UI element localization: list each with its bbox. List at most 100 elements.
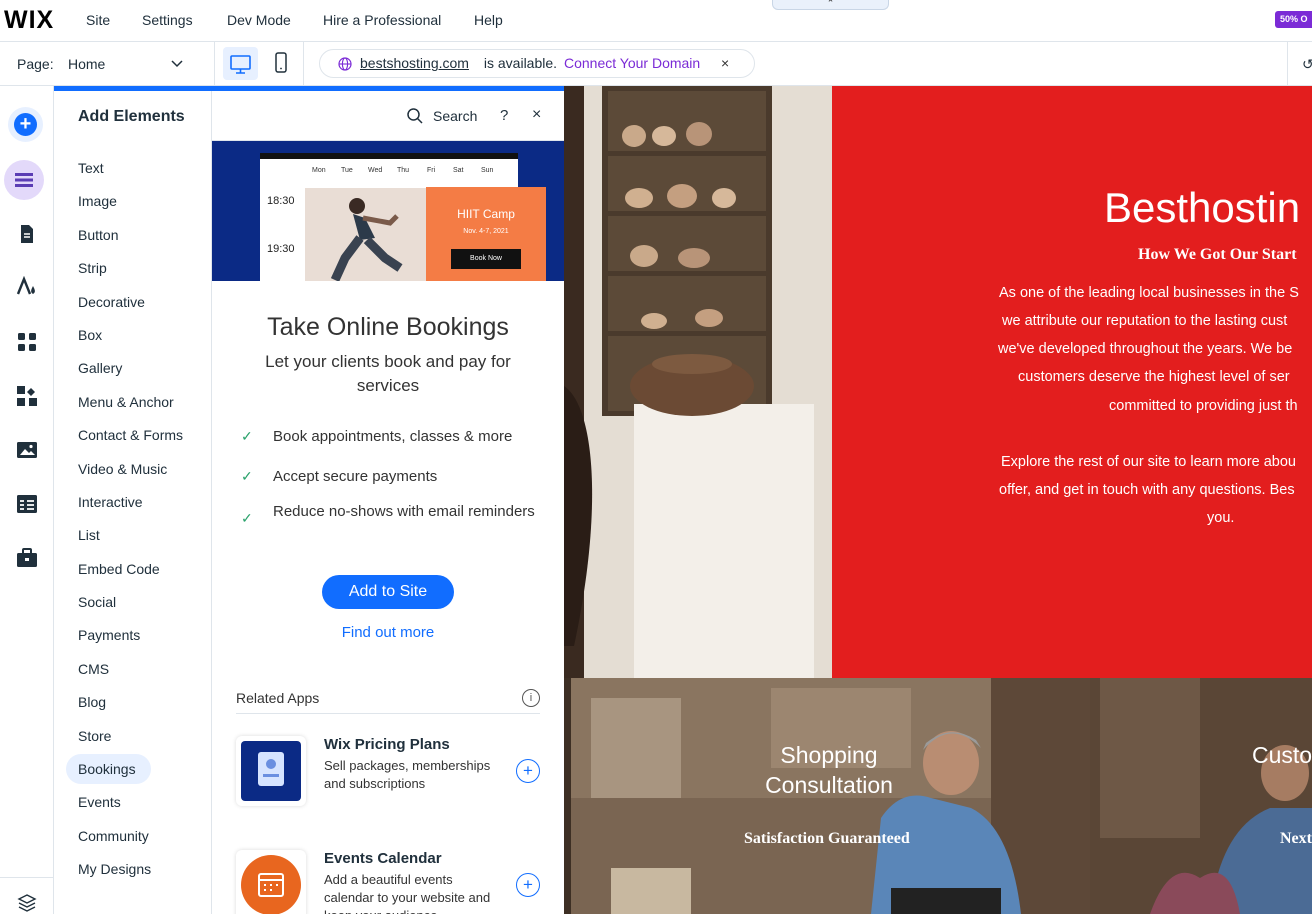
bookings-preview-image[interactable]: Mon Tue Wed Thu Fri Sat Sun 18:30 19:30 …: [212, 141, 564, 281]
custom-service-photo: [1090, 678, 1312, 914]
preview-day: Wed: [368, 167, 383, 174]
chevron-down-icon[interactable]: [170, 56, 184, 70]
portfolio-button[interactable]: [0, 538, 54, 578]
preview-time: 19:30: [267, 243, 295, 255]
about-text-line: committed to providing just th: [1109, 398, 1298, 414]
page-label: Page:: [17, 56, 54, 72]
apps-button[interactable]: [0, 322, 54, 362]
preview-day: Mon: [312, 167, 326, 174]
category-social[interactable]: Social: [78, 594, 116, 610]
event-date: Nov. 4-7, 2021: [463, 228, 509, 235]
category-strip[interactable]: Strip: [78, 260, 107, 276]
close-panel-icon[interactable]: ×: [532, 106, 541, 124]
category-button[interactable]: Button: [78, 227, 118, 243]
category-video-music[interactable]: Video & Music: [78, 461, 167, 477]
search-button[interactable]: Search: [433, 108, 477, 124]
category-list[interactable]: List: [78, 527, 100, 543]
add-app-button[interactable]: +: [516, 873, 540, 897]
divider: [303, 42, 304, 86]
category-events[interactable]: Events: [78, 794, 121, 810]
preview-day: Sun: [481, 167, 494, 174]
about-text-line: offer, and get in touch with any questio…: [999, 482, 1295, 498]
service-card-shopping[interactable]: Shopping Consultation Satisfaction Guara…: [571, 678, 1090, 914]
help-icon[interactable]: ?: [500, 107, 508, 124]
find-out-more-link[interactable]: Find out more: [212, 624, 564, 641]
add-elements-button[interactable]: +: [8, 107, 43, 142]
category-embed-code[interactable]: Embed Code: [78, 561, 160, 577]
menu-dev-mode[interactable]: Dev Mode: [227, 12, 291, 28]
about-section[interactable]: Besthostin How We Got Our Start As one o…: [832, 86, 1312, 678]
search-icon[interactable]: [406, 107, 424, 125]
pricing-plans-icon[interactable]: [236, 736, 306, 806]
check-icon: ✓: [241, 510, 253, 526]
mobile-view-button[interactable]: [270, 50, 292, 76]
preview-day: Sat: [453, 167, 464, 174]
desktop-view-button[interactable]: [223, 47, 258, 80]
theme-icon: [16, 276, 35, 295]
business-apps-button[interactable]: [0, 376, 54, 416]
related-apps-label: Related Apps: [236, 690, 320, 706]
category-gallery[interactable]: Gallery: [78, 360, 122, 376]
event-card: HIIT Camp Nov. 4-7, 2021 Book Now: [426, 187, 546, 281]
preview-day: Thu: [397, 167, 410, 174]
menu-help[interactable]: Help: [474, 12, 503, 28]
runner-illustration: [305, 188, 427, 281]
undo-icon[interactable]: ↺: [1302, 56, 1312, 73]
category-my-designs[interactable]: My Designs: [78, 861, 151, 877]
app-title[interactable]: Events Calendar: [324, 850, 442, 867]
about-text-line: we've developed throughout the years. We…: [998, 341, 1293, 357]
close-domain-banner-icon[interactable]: ×: [721, 50, 729, 77]
category-box[interactable]: Box: [78, 327, 102, 343]
media-button[interactable]: [0, 430, 54, 470]
menu-hire-professional[interactable]: Hire a Professional: [323, 12, 441, 28]
wix-logo[interactable]: WIX: [4, 6, 54, 35]
pottery-shelf-image: [564, 86, 832, 678]
detail-subtitle: Let your clients book and pay for servic…: [265, 352, 511, 395]
add-section-button[interactable]: [4, 160, 44, 200]
plus-icon: +: [14, 113, 37, 136]
card-subtitle[interactable]: Next: [1280, 830, 1312, 848]
about-text-line: you.: [1207, 510, 1235, 526]
pages-button[interactable]: [0, 214, 54, 254]
cms-button[interactable]: [0, 484, 54, 524]
site-subtitle[interactable]: How We Got Our Start: [1138, 246, 1297, 264]
site-title[interactable]: Besthostin: [1104, 184, 1300, 232]
connect-domain-link[interactable]: Connect Your Domain: [564, 50, 700, 77]
page-selector[interactable]: Home: [68, 56, 105, 72]
add-to-site-button[interactable]: Add to Site: [322, 575, 454, 609]
category-bookings[interactable]: Bookings: [78, 761, 136, 777]
pottery-shop-photo[interactable]: [564, 86, 832, 678]
category-cms[interactable]: CMS: [78, 661, 109, 677]
domain-name[interactable]: bestshosting.com: [360, 50, 469, 77]
check-icon: ✓: [241, 468, 253, 484]
card-title[interactable]: Custo: [1252, 740, 1312, 770]
preview-day: Fri: [427, 167, 436, 174]
card-title[interactable]: Shopping Consultation: [739, 740, 919, 800]
category-text[interactable]: Text: [78, 160, 104, 176]
about-text-line: customers deserve the highest level of s…: [1018, 369, 1290, 385]
promo-badge[interactable]: 50% O: [1275, 11, 1312, 28]
add-app-button[interactable]: +: [516, 759, 540, 783]
layers-button[interactable]: [0, 883, 54, 914]
category-menu-anchor[interactable]: Menu & Anchor: [78, 394, 174, 410]
category-community[interactable]: Community: [78, 828, 149, 844]
menu-site[interactable]: Site: [86, 12, 110, 28]
category-decorative[interactable]: Decorative: [78, 294, 145, 310]
divider: [214, 42, 215, 86]
category-store[interactable]: Store: [78, 728, 111, 744]
info-icon[interactable]: i: [522, 689, 540, 707]
category-image[interactable]: Image: [78, 193, 117, 209]
design-button[interactable]: [0, 267, 54, 307]
menu-settings[interactable]: Settings: [142, 12, 193, 28]
app-description: Sell packages, memberships and subscript…: [324, 758, 491, 791]
service-card-custom[interactable]: Custo Next: [1090, 678, 1312, 914]
card-subtitle[interactable]: Satisfaction Guaranteed: [744, 830, 910, 848]
category-interactive[interactable]: Interactive: [78, 494, 143, 510]
collapse-toolbar-tab[interactable]: ⌃: [772, 0, 889, 10]
category-payments[interactable]: Payments: [78, 627, 140, 643]
category-blog[interactable]: Blog: [78, 694, 106, 710]
events-calendar-icon[interactable]: [236, 850, 306, 914]
about-text-line: Explore the rest of our site to learn mo…: [1001, 454, 1296, 470]
category-contact-forms[interactable]: Contact & Forms: [78, 427, 183, 443]
app-title[interactable]: Wix Pricing Plans: [324, 736, 450, 753]
